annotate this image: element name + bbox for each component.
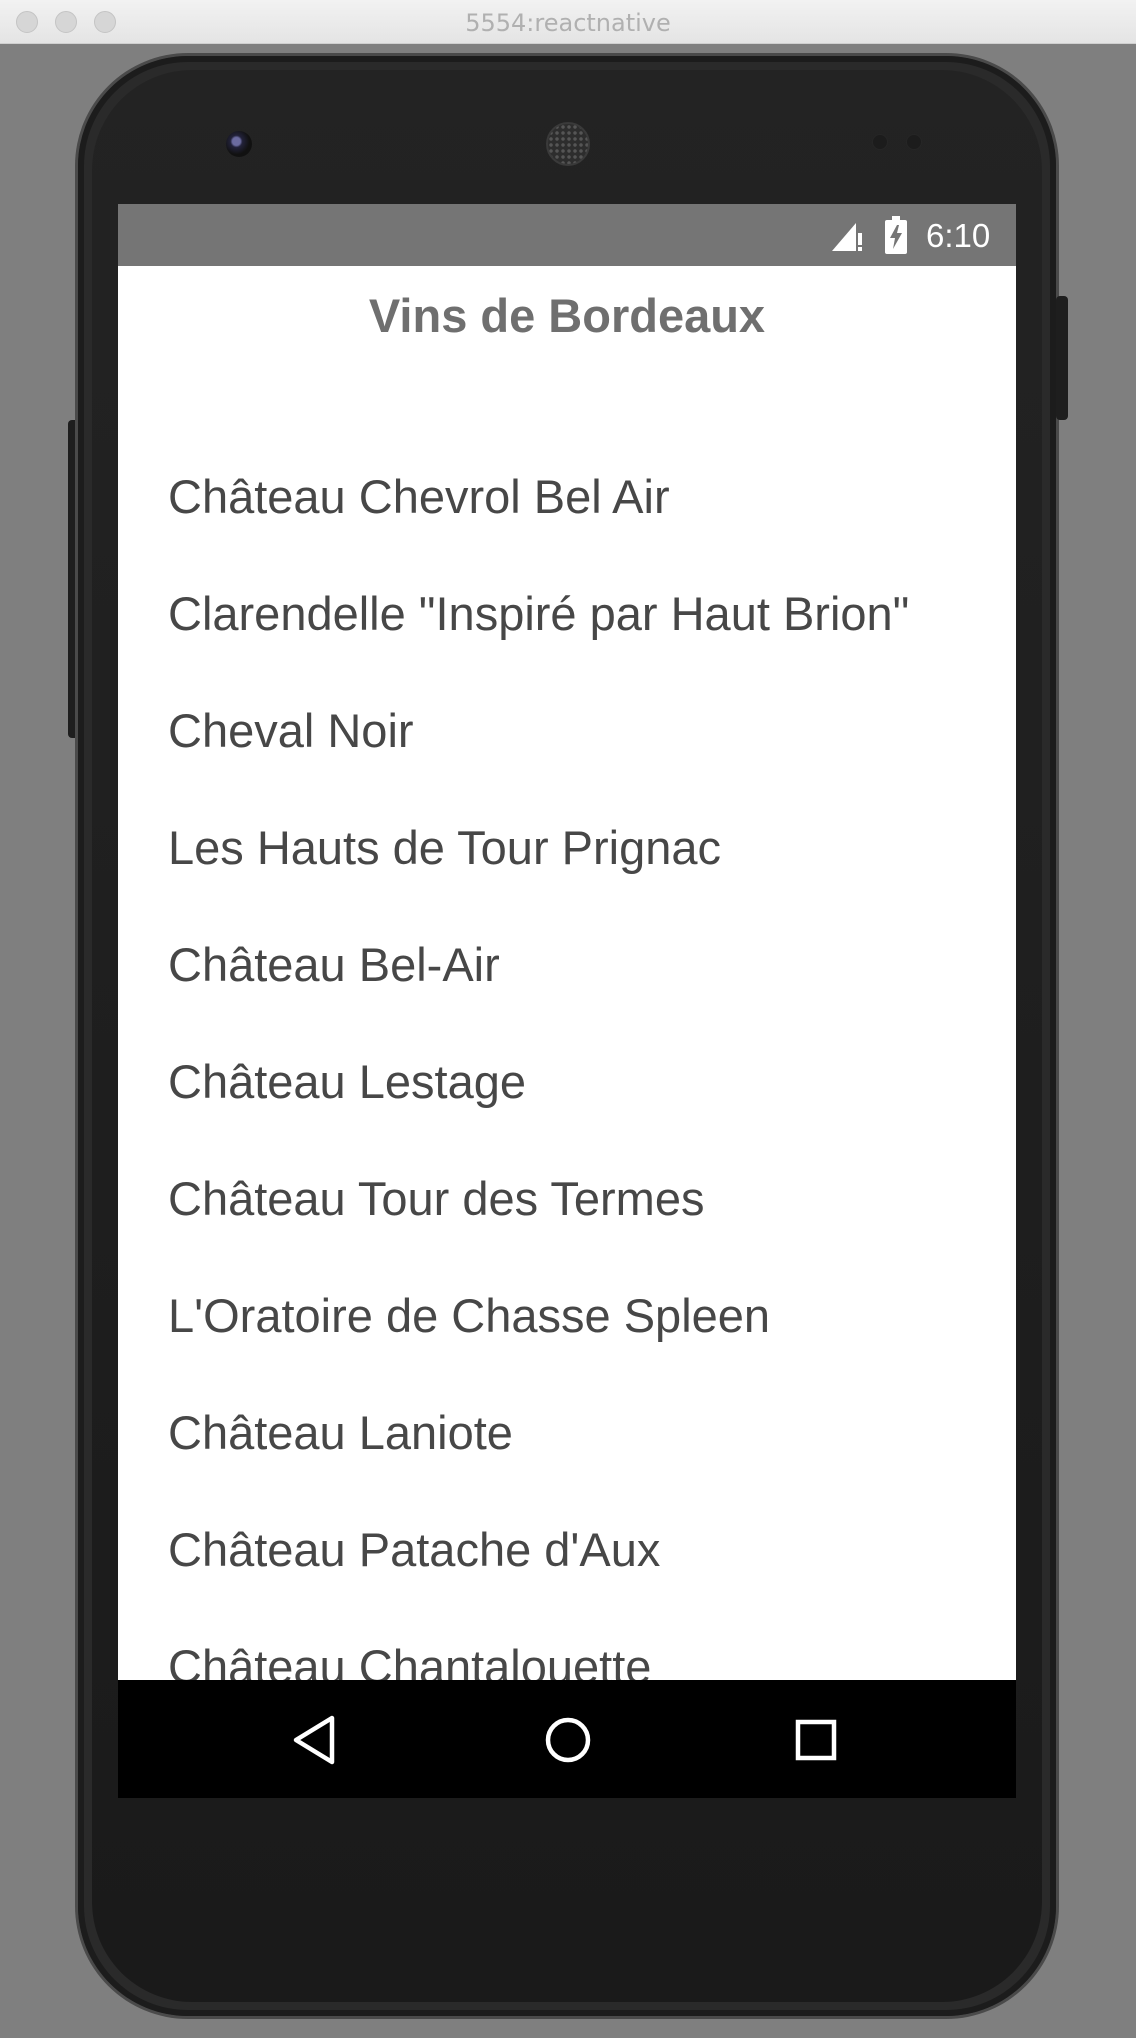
list-item[interactable]: Château Patache d'Aux	[118, 1491, 1016, 1608]
list-item[interactable]: Château Lestage	[118, 1023, 1016, 1140]
list-item[interactable]: Château Chevrol Bel Air	[118, 438, 1016, 555]
list-item[interactable]: Château Laniote	[118, 1374, 1016, 1491]
recents-icon[interactable]	[784, 1708, 848, 1772]
wine-list[interactable]: Château Chevrol Bel Air Clarendelle "Ins…	[118, 438, 1016, 1680]
battery-charging-icon	[885, 216, 907, 254]
status-clock: 6:10	[926, 217, 991, 254]
proximity-sensor	[872, 134, 888, 150]
list-item[interactable]: Les Hauts de Tour Prignac	[118, 789, 1016, 906]
navigation-bar	[118, 1680, 1016, 1798]
home-icon[interactable]	[536, 1708, 600, 1772]
power-button	[1056, 296, 1068, 420]
list-item[interactable]: Cheval Noir	[118, 672, 1016, 789]
window-title: 5554:reactnative	[465, 9, 671, 37]
status-bar: 6:10	[118, 204, 1016, 266]
list-item[interactable]: Château Chantalouette	[118, 1608, 1016, 1680]
signal-no-data-icon	[832, 223, 862, 251]
list-item[interactable]: Château Bel-Air	[118, 906, 1016, 1023]
earpiece-speaker	[546, 122, 590, 166]
window-titlebar: 5554:reactnative	[0, 0, 1136, 44]
list-item[interactable]: Château Tour des Termes	[118, 1140, 1016, 1257]
back-icon[interactable]	[284, 1708, 348, 1772]
list-item[interactable]: Clarendelle "Inspiré par Haut Brion"	[118, 555, 1016, 672]
device-screen: 6:10 Vins de Bordeaux Château Chevrol Be…	[118, 204, 1016, 1798]
front-camera-icon	[226, 131, 252, 157]
list-item[interactable]: L'Oratoire de Chasse Spleen	[118, 1257, 1016, 1374]
light-sensor	[906, 134, 922, 150]
page-title: Vins de Bordeaux	[368, 289, 766, 342]
